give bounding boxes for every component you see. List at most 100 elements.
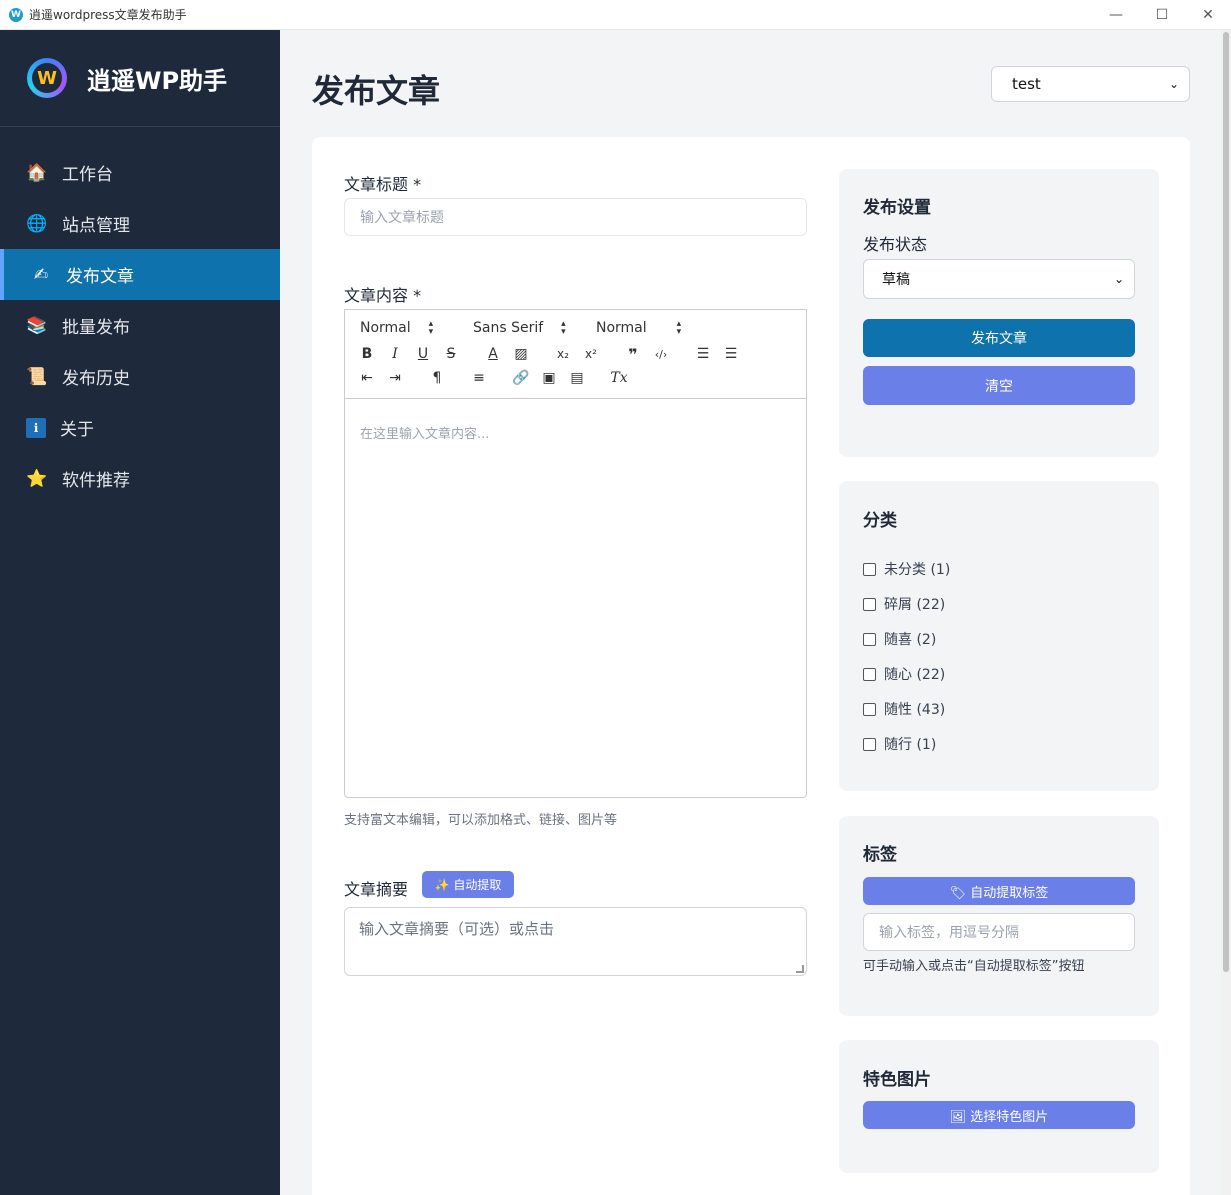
sidebar-item-dashboard[interactable]: 🏠 工作台 (0, 147, 280, 198)
publish-button[interactable]: 发布文章 (863, 319, 1135, 357)
main-area: 发布文章 test ⌄ 文章标题 * 输入文章标题 文章内容 * Normal ▴… (280, 30, 1231, 1195)
content-placeholder: 在这里输入文章内容... (360, 427, 490, 442)
sidebar-item-label: 站点管理 (62, 216, 130, 236)
category-checkbox[interactable]: 未分类 (1) (863, 559, 950, 579)
panel-title: 特色图片 (863, 1070, 931, 1090)
text-color-icon[interactable]: A (479, 343, 507, 365)
minimize-button[interactable]: — (1093, 0, 1139, 30)
superscript-icon[interactable]: x² (577, 343, 605, 365)
toolbar-row-3: ⇤ ⇥ ¶ ≡ 🔗 ▣ ▤ Tx (353, 367, 633, 389)
scroll-icon: 📜 (26, 366, 48, 387)
window-title: 逍遥wordpress文章发布助手 (29, 8, 187, 22)
updown-icon: ▴ ▾ (676, 319, 682, 337)
sidebar-nav: 🏠 工作台 🌐 站点管理 ✍ 发布文章 📚 批量发布 📜 发布历史 ℹ 关于 ⭐… (0, 147, 280, 504)
video-icon[interactable]: ▤ (563, 367, 591, 389)
title-label: 文章标题 * (344, 175, 422, 194)
bullet-list-icon[interactable]: ☰ (717, 343, 745, 365)
page-title: 发布文章 (312, 72, 441, 110)
sidebar-item-label: 发布文章 (66, 267, 134, 287)
checkbox[interactable] (863, 562, 876, 576)
indent-icon[interactable]: ⇥ (381, 367, 409, 389)
toolbar-row-1: Normal ▴ ▾ Sans Serif ▴ ▾ Normal ▴ ▾ (360, 319, 696, 337)
sidebar-item-publish[interactable]: ✍ 发布文章 (0, 249, 280, 300)
globe-icon: 🌐 (26, 213, 48, 234)
sidebar-item-batch[interactable]: 📚 批量发布 (0, 300, 280, 351)
ordered-list-icon[interactable]: ☰ (689, 343, 717, 365)
site-select[interactable]: test ⌄ (991, 66, 1190, 102)
sidebar-item-label: 关于 (60, 420, 94, 440)
excerpt-placeholder: 输入文章摘要（可选）或点击 (359, 920, 555, 938)
bold-icon[interactable]: B (353, 343, 381, 365)
checkbox[interactable] (863, 632, 876, 646)
font-select[interactable]: Sans Serif ▴ ▾ (473, 320, 586, 337)
category-checkbox[interactable]: 随性 (43) (863, 699, 945, 719)
logo-icon: W (27, 58, 67, 98)
info-icon: ℹ (26, 417, 46, 438)
category-checkbox[interactable]: 随心 (22) (863, 664, 945, 684)
title-input[interactable]: 输入文章标题 (344, 198, 807, 236)
updown-icon: ▴ ▾ (428, 319, 434, 337)
sidebar-item-about[interactable]: ℹ 关于 (0, 402, 280, 453)
blockquote-icon[interactable]: ❞ (619, 343, 647, 365)
chevron-down-icon: ⌄ (1113, 272, 1124, 286)
category-checkbox[interactable]: 碎屑 (22) (863, 594, 945, 614)
brand-name: 逍遥WP助手 (87, 66, 228, 95)
title-placeholder: 输入文章标题 (360, 210, 444, 226)
chevron-down-icon: ⌄ (1168, 77, 1179, 91)
sidebar-item-label: 软件推荐 (62, 471, 130, 491)
image-icon[interactable]: ▣ (535, 367, 563, 389)
auto-extract-tags-button[interactable]: 🏷 自动提取标签 (863, 877, 1135, 905)
panel-title: 标签 (863, 845, 897, 865)
italic-icon[interactable]: I (381, 343, 409, 365)
clear-button[interactable]: 清空 (863, 366, 1135, 405)
link-icon[interactable]: 🔗 (507, 367, 535, 389)
tags-input[interactable]: 输入标签，用逗号分隔 (863, 913, 1135, 951)
excerpt-label: 文章摘要 (344, 880, 409, 899)
size-select[interactable]: Normal ▴ ▾ (596, 319, 696, 337)
select-featured-image-button[interactable]: 🖼 选择特色图片 (863, 1101, 1135, 1129)
text-direction-icon[interactable]: ¶ (423, 367, 451, 389)
category-panel: 分类 未分类 (1) 碎屑 (22) 随喜 (2) 随心 (22) 随性 (43… (839, 481, 1159, 791)
outdent-icon[interactable]: ⇤ (353, 367, 381, 389)
checkbox[interactable] (863, 737, 876, 751)
home-icon: 🏠 (26, 162, 48, 183)
sidebar: W 逍遥WP助手 🏠 工作台 🌐 站点管理 ✍ 发布文章 📚 批量发布 📜 发布… (0, 30, 280, 1195)
subscript-icon[interactable]: x₂ (549, 343, 577, 365)
header-select[interactable]: Normal ▴ ▾ (360, 319, 460, 337)
resize-grip-icon[interactable] (796, 965, 804, 973)
content-editor[interactable]: 在这里输入文章内容... (344, 398, 807, 798)
sidebar-item-recommend[interactable]: ⭐ 软件推荐 (0, 453, 280, 504)
window-titlebar: W 逍遥wordpress文章发布助手 — ☐ ✕ (0, 0, 1231, 30)
scrollbar[interactable] (1221, 30, 1231, 1195)
checkbox[interactable] (863, 667, 876, 681)
toolbar-row-2: B I U S A ▨ x₂ x² ❞ ‹/› ☰ ☰ (353, 343, 745, 365)
content-hint: 支持富文本编辑，可以添加格式、链接、图片等 (344, 813, 618, 828)
clear-format-icon[interactable]: Tx (605, 367, 633, 389)
category-checkbox[interactable]: 随喜 (2) (863, 629, 936, 649)
auto-extract-excerpt-button[interactable]: ✨ 自动提取 (422, 871, 514, 898)
status-select[interactable]: 草稿 ⌄ (863, 259, 1135, 299)
sidebar-item-history[interactable]: 📜 发布历史 (0, 351, 280, 402)
checkbox[interactable] (863, 597, 876, 611)
site-select-value: test (1012, 75, 1041, 93)
tags-hint: 可手动输入或点击“自动提取标签”按钮 (863, 959, 1085, 974)
checkbox[interactable] (863, 702, 876, 716)
content-label: 文章内容 * (344, 286, 422, 305)
publish-form-card: 文章标题 * 输入文章标题 文章内容 * Normal ▴ ▾ Sans Serif… (312, 137, 1190, 1195)
sidebar-item-label: 工作台 (62, 165, 113, 185)
scrollbar-thumb[interactable] (1223, 32, 1229, 972)
underline-icon[interactable]: U (409, 343, 437, 365)
align-icon[interactable]: ≡ (465, 367, 493, 389)
panel-title: 分类 (863, 511, 897, 531)
strikethrough-icon[interactable]: S (437, 343, 465, 365)
status-select-value: 草稿 (882, 272, 910, 288)
writing-hand-icon: ✍ (33, 264, 49, 285)
code-block-icon[interactable]: ‹/› (647, 343, 675, 365)
close-button[interactable]: ✕ (1185, 0, 1231, 30)
category-checkbox[interactable]: 随行 (1) (863, 734, 936, 754)
background-color-icon[interactable]: ▨ (507, 343, 535, 365)
maximize-button[interactable]: ☐ (1139, 0, 1185, 30)
excerpt-textarea[interactable]: 输入文章摘要（可选）或点击 (344, 907, 807, 976)
sidebar-item-sites[interactable]: 🌐 站点管理 (0, 198, 280, 249)
brand: W 逍遥WP助手 (0, 30, 280, 127)
